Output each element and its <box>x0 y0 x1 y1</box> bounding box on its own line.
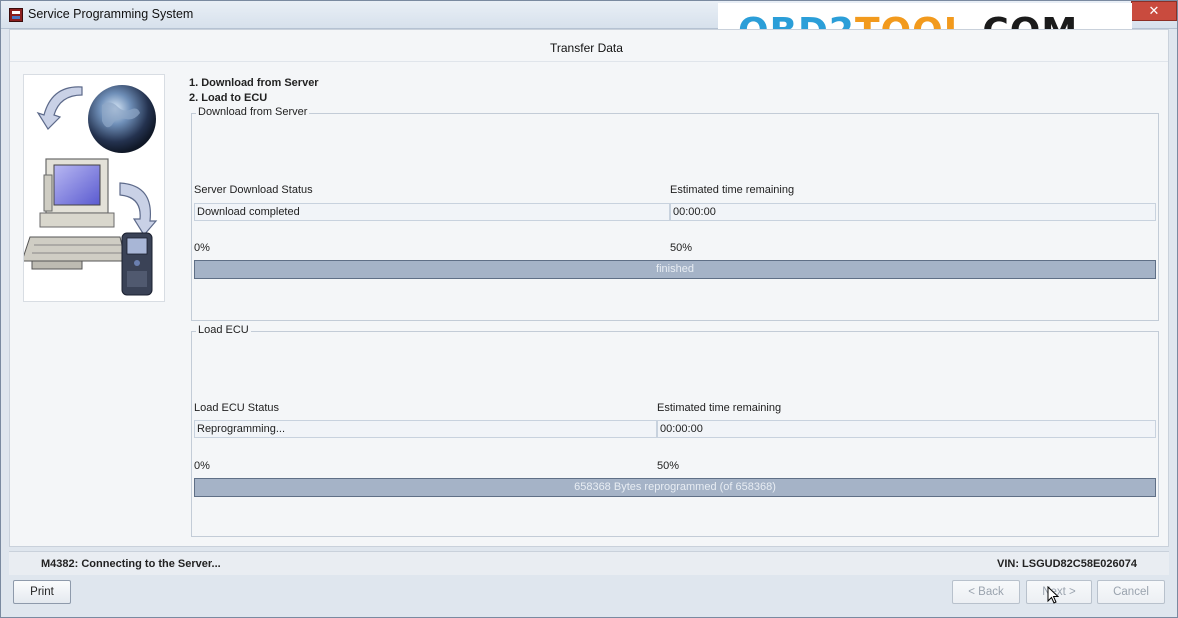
download-pct-start: 0% <box>194 242 210 254</box>
download-status-field: Download completed <box>194 203 670 221</box>
window-title: Service Programming System <box>28 7 194 21</box>
app-icon <box>9 8 23 22</box>
ecu-status-field: Reprogramming... <box>194 420 657 438</box>
load-ecu-group-legend: Load ECU <box>196 324 251 336</box>
transfer-illustration <box>21 74 165 302</box>
print-button[interactable]: Print <box>13 580 71 604</box>
mouse-cursor-icon <box>1047 586 1059 604</box>
ecu-progress-text: 658368 Bytes reprogrammed (of 658368) <box>574 481 776 493</box>
status-message: M4382: Connecting to the Server... <box>41 558 221 570</box>
download-time-label: Estimated time remaining <box>670 184 795 196</box>
download-progress-bar: finished <box>194 260 1156 279</box>
close-button[interactable]: ✕ <box>1131 1 1177 21</box>
download-pct-mid: 50% <box>670 242 693 254</box>
ecu-time-field: 00:00:00 <box>657 420 1156 438</box>
header-divider <box>10 61 1168 62</box>
transfer-panel: Transfer Data 1. Download from Server 2.… <box>9 29 1169 547</box>
computer-globe-icon <box>21 85 158 296</box>
load-ecu-group: Load ECU Load ECU Status Estimated time … <box>191 324 1159 537</box>
download-group: Download from Server Server Download Sta… <box>191 106 1159 321</box>
vin-label: VIN: LSGUD82C58E026074 <box>996 558 1137 570</box>
status-bar: M4382: Connecting to the Server... VIN: … <box>9 551 1169 575</box>
ecu-progress-bar: 658368 Bytes reprogrammed (of 658368) <box>194 478 1156 497</box>
cancel-button[interactable]: Cancel <box>1097 580 1165 604</box>
step-list: 1. Download from Server 2. Load to ECU <box>189 76 319 106</box>
back-button[interactable]: < Back <box>952 580 1020 604</box>
ecu-status-label: Load ECU Status <box>194 402 279 414</box>
ecu-time-label: Estimated time remaining <box>657 402 782 414</box>
download-time-field: 00:00:00 <box>670 203 1156 221</box>
next-button[interactable]: Next > <box>1026 580 1092 604</box>
download-status-label: Server Download Status <box>194 184 313 196</box>
step-load-ecu: 2. Load to ECU <box>189 92 268 104</box>
app-window: Service Programming System ✕ OBD2TOOL.CO… <box>0 0 1178 618</box>
download-progress-text: finished <box>656 263 694 275</box>
step-download: 1. Download from Server <box>189 77 319 89</box>
download-group-legend: Download from Server <box>196 106 310 118</box>
panel-title: Transfer Data <box>550 41 623 55</box>
ecu-pct-start: 0% <box>194 460 210 472</box>
ecu-pct-mid: 50% <box>657 460 680 472</box>
